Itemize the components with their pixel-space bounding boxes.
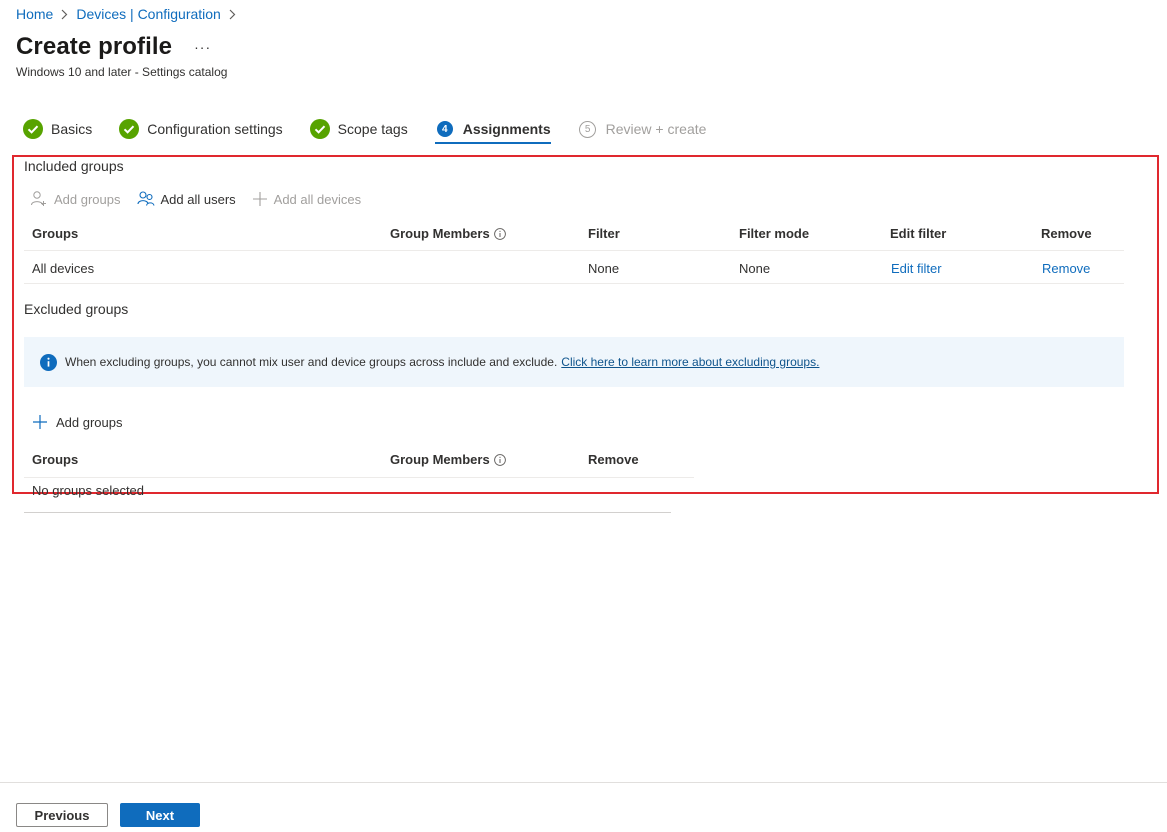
- included-toolbar: Add groups Add all users Add all devices: [30, 188, 377, 210]
- title-row: Create profile ···: [16, 33, 211, 61]
- column-header-groups[interactable]: Groups: [32, 223, 78, 245]
- footer-divider: [0, 782, 1167, 783]
- page-title: Create profile: [16, 33, 173, 60]
- remove-link[interactable]: Remove: [1042, 258, 1090, 280]
- plus-icon: [252, 191, 268, 207]
- add-all-devices-label: Add all devices: [273, 191, 362, 207]
- column-header-filter-mode[interactable]: Filter mode: [739, 223, 809, 245]
- step-label: Assignments: [462, 121, 551, 137]
- add-groups-button[interactable]: Add groups: [30, 190, 121, 208]
- add-person-icon: [30, 190, 48, 208]
- step-label: Configuration settings: [147, 121, 283, 137]
- group-name: All devices: [32, 261, 95, 276]
- step-configuration-settings[interactable]: Configuration settings: [119, 115, 283, 143]
- column-header-remove[interactable]: Remove: [1041, 223, 1092, 245]
- step-label: Scope tags: [337, 121, 408, 137]
- divider: [24, 512, 671, 513]
- step-number: 4: [436, 121, 453, 137]
- checkmark-circle-icon: [23, 119, 43, 139]
- column-header-remove[interactable]: Remove: [588, 449, 639, 471]
- edit-filter-link[interactable]: Edit filter: [891, 258, 942, 280]
- column-header-group-members[interactable]: Group Members: [390, 449, 506, 473]
- included-groups-header: Groups Group Members Filter Filter mode …: [24, 223, 1124, 251]
- info-message-text: When excluding groups, you cannot mix us…: [65, 355, 558, 369]
- filter-value: None: [588, 261, 620, 276]
- info-icon[interactable]: [493, 225, 506, 247]
- filter-mode-value: None: [739, 261, 771, 276]
- column-header-group-members[interactable]: Group Members: [390, 223, 506, 247]
- step-number: 5: [579, 120, 597, 138]
- step-review-create[interactable]: 5 Review + create: [578, 115, 707, 143]
- learn-more-link[interactable]: Click here to learn more about excluding…: [561, 355, 819, 369]
- info-icon[interactable]: [493, 451, 506, 473]
- column-header-filter[interactable]: Filter: [588, 223, 620, 245]
- column-header-groups[interactable]: Groups: [32, 449, 78, 471]
- chevron-right-icon: [229, 9, 236, 20]
- step-label: Basics: [51, 121, 93, 137]
- step-number-icon: 5: [578, 119, 598, 139]
- people-icon: [136, 190, 155, 208]
- more-options-button[interactable]: ···: [194, 39, 211, 55]
- breadcrumb-home-link[interactable]: Home: [16, 6, 53, 22]
- add-groups-label: Add groups: [54, 191, 121, 207]
- add-excluded-groups-button[interactable]: Add groups: [32, 414, 123, 430]
- included-groups-title: Included groups: [24, 158, 124, 174]
- next-button[interactable]: Next: [120, 803, 200, 827]
- previous-button[interactable]: Previous: [16, 803, 108, 827]
- checkmark-circle-icon: [119, 119, 140, 139]
- empty-state-text: No groups selected: [32, 483, 145, 498]
- column-header-label: Group Members: [390, 226, 490, 241]
- step-assignments[interactable]: 4 Assignments: [434, 115, 551, 144]
- excluded-groups-header: Groups Group Members Remove: [24, 449, 694, 478]
- step-number-icon: 4: [435, 119, 455, 139]
- step-basics[interactable]: Basics: [23, 115, 92, 143]
- plus-icon: [32, 414, 48, 430]
- wizard-steps: Basics Configuration settings Scope tags…: [23, 115, 733, 144]
- breadcrumb: Home Devices | Configuration: [16, 6, 244, 22]
- info-message-bar: When excluding groups, you cannot mix us…: [24, 337, 1124, 387]
- page-subtitle: Windows 10 and later - Settings catalog: [16, 65, 228, 79]
- checkmark-circle-icon: [309, 119, 330, 139]
- step-scope-tags[interactable]: Scope tags: [309, 115, 408, 143]
- add-all-users-label: Add all users: [160, 191, 236, 207]
- info-circle-icon: [40, 353, 57, 371]
- add-all-devices-button[interactable]: Add all devices: [252, 191, 361, 207]
- chevron-right-icon: [61, 9, 68, 20]
- breadcrumb-devices-link[interactable]: Devices | Configuration: [76, 6, 220, 22]
- step-label: Review + create: [605, 121, 707, 137]
- column-header-label: Group Members: [390, 452, 490, 467]
- excluded-groups-title: Excluded groups: [24, 301, 129, 317]
- table-row: All devices None None Edit filter Remove: [24, 252, 1124, 284]
- add-all-users-button[interactable]: Add all users: [136, 190, 236, 208]
- column-header-edit-filter[interactable]: Edit filter: [890, 223, 946, 245]
- add-groups-label: Add groups: [56, 414, 123, 430]
